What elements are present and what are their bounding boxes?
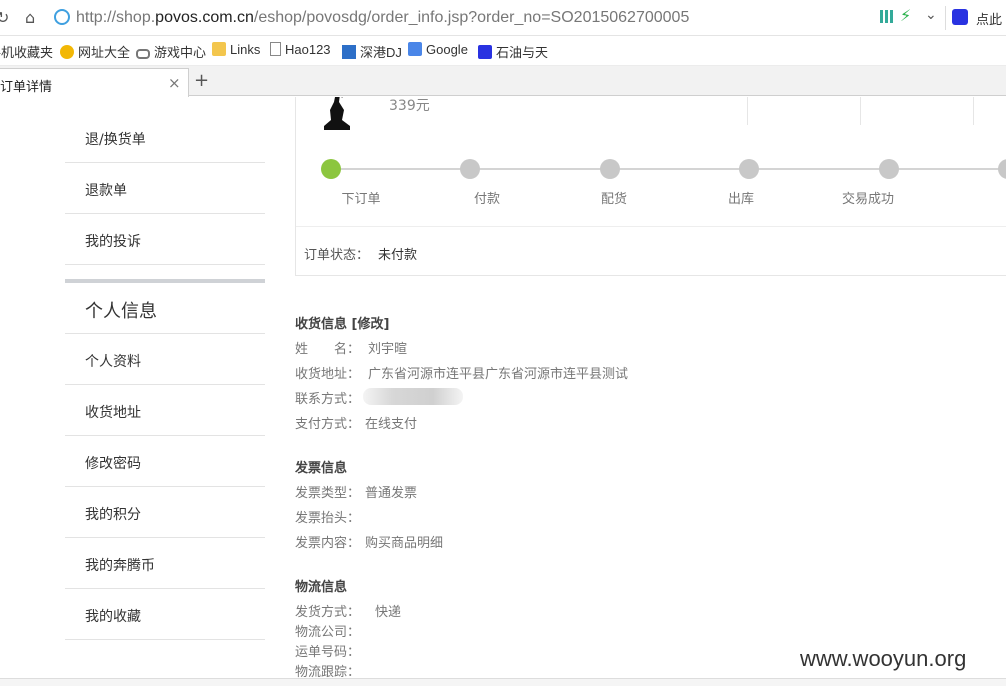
step-label-ship: 出库	[727, 192, 754, 207]
google-icon	[408, 42, 422, 56]
order-progress-panel: 339元 下订单 付款 配货 出库 交易成功 订单状态： 未付款	[295, 97, 1006, 276]
step-label-complete: 交易成功	[841, 192, 894, 207]
folder-icon	[212, 42, 226, 56]
waybill-label: 运单号码：	[295, 645, 361, 660]
bookmark-oil[interactable]: 石油与天	[478, 42, 548, 61]
ship-method-value: 快递	[375, 605, 402, 620]
address-bar-row: ↻ ⌂ http://shop.povos.com.cn/eshop/povos…	[0, 0, 1006, 36]
name-label: 姓 名：	[295, 342, 361, 357]
name-value: 刘宇暄	[368, 342, 408, 357]
gamepad-icon	[136, 49, 150, 59]
sidebar-item-favorites[interactable]: 我的收藏	[65, 589, 265, 640]
qr-code-icon[interactable]	[880, 10, 893, 23]
step-dot-order	[321, 159, 341, 179]
payment-value: 在线支付	[365, 417, 418, 432]
step-dot-extra	[998, 159, 1006, 179]
tab-order-details[interactable]: 订单详情 ×	[0, 68, 189, 97]
bookmark-hao123[interactable]: Hao123	[270, 42, 331, 57]
invoice-type-value: 普通发票	[365, 486, 418, 501]
dj-icon	[342, 45, 356, 59]
address-value: 广东省河源市连平县广东省河源市连平县测试	[368, 367, 629, 382]
payment-label: 支付方式：	[295, 417, 361, 432]
ship-method-label: 发货方式：	[295, 605, 361, 620]
nav-icon	[60, 45, 74, 59]
step-dot-pay	[460, 159, 480, 179]
refresh-icon[interactable]: ↻	[0, 8, 9, 27]
page-content: 退/换货单 退款单 我的投诉 个人信息 个人资料 收货地址 修改密码 我的积分 …	[0, 97, 1006, 678]
divider	[860, 97, 861, 125]
new-tab-button[interactable]: +	[194, 70, 209, 91]
divider	[973, 97, 974, 125]
lightning-icon[interactable]: ⚡	[900, 6, 911, 25]
sidebar-item-coins[interactable]: 我的奔腾币	[65, 538, 265, 589]
bookmark-nav[interactable]: 网址大全	[60, 42, 130, 61]
watermark: www.wooyun.org	[800, 646, 967, 671]
step-dot-ship	[739, 159, 759, 179]
progress-track	[331, 168, 1006, 170]
divider	[747, 97, 748, 125]
close-icon[interactable]: ×	[168, 74, 181, 92]
site-icon	[54, 9, 70, 25]
tab-strip: 订单详情 × +	[0, 66, 1006, 97]
baidu-icon[interactable]	[952, 9, 968, 25]
status-bar	[0, 678, 1006, 686]
sidebar-item-password[interactable]: 修改密码	[65, 436, 265, 487]
bookmark-links[interactable]: Links	[212, 42, 260, 57]
bookmark-dj[interactable]: 深港DJ	[342, 42, 402, 61]
sidebar-item-returns[interactable]: 退/换货单	[65, 112, 265, 163]
product-price: 339元	[389, 98, 430, 114]
order-status-value: 未付款	[378, 248, 418, 263]
bookmark-games[interactable]: 游戏中心	[136, 42, 206, 61]
sidebar-item-refunds[interactable]: 退款单	[65, 163, 265, 214]
baidu-paw-icon	[478, 45, 492, 59]
sidebar-item-address[interactable]: 收货地址	[65, 385, 265, 436]
shipping-title[interactable]: 收货信息 [修改]	[295, 313, 389, 332]
order-status-label: 订单状态：	[304, 248, 370, 263]
step-dot-prepare	[600, 159, 620, 179]
search-hint[interactable]: 点此	[976, 9, 1002, 28]
home-icon[interactable]: ⌂	[25, 8, 35, 27]
step-label-pay: 付款	[473, 192, 500, 207]
divider	[296, 226, 1006, 227]
address-label: 收货地址：	[295, 367, 361, 382]
sidebar-item-points[interactable]: 我的积分	[65, 487, 265, 538]
page-icon	[270, 42, 281, 56]
url-text[interactable]: http://shop.povos.com.cn/eshop/povosdg/o…	[76, 9, 689, 27]
invoice-header-label: 发票抬头：	[295, 511, 361, 526]
divider	[945, 6, 946, 30]
bookmark-mobile[interactable]: 手机收藏夹	[0, 42, 53, 61]
invoice-type-label: 发票类型：	[295, 486, 361, 501]
sidebar-item-complaints[interactable]: 我的投诉	[65, 214, 265, 265]
invoice-title: 发票信息	[295, 461, 348, 476]
sidebar-item-profile[interactable]: 个人资料	[65, 334, 265, 385]
ship-company-label: 物流公司：	[295, 625, 361, 640]
chevron-down-icon[interactable]: ⌄	[925, 7, 937, 23]
invoice-content-value: 购买商品明细	[365, 536, 444, 551]
sidebar-section-title: 个人信息	[65, 283, 265, 334]
logistics-title: 物流信息	[295, 580, 348, 595]
product-image[interactable]	[322, 97, 352, 130]
address-field[interactable]: http://shop.povos.com.cn/eshop/povosdg/o…	[50, 6, 945, 30]
tab-title: 订单详情	[0, 80, 53, 95]
step-dot-complete	[879, 159, 899, 179]
tracking-label: 物流跟踪：	[295, 665, 361, 678]
bookmark-google[interactable]: Google	[408, 42, 468, 57]
bookmarks-bar: 手机收藏夹 网址大全 游戏中心 Links Hao123 深港DJ Google…	[0, 36, 1006, 66]
phone-label: 联系方式：	[295, 392, 361, 407]
step-label-order: 下订单	[341, 192, 381, 207]
invoice-content-label: 发票内容：	[295, 536, 361, 551]
step-label-prepare: 配货	[600, 192, 627, 207]
redacted-phone	[363, 388, 463, 405]
